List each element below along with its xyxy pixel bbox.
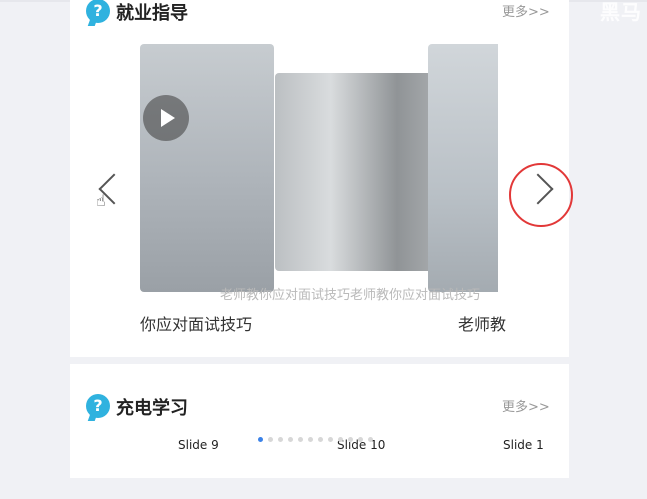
slide-image-left[interactable]: [140, 44, 274, 292]
pagination-dot[interactable]: [278, 437, 283, 442]
pagination-dot[interactable]: [258, 437, 263, 442]
slide-label[interactable]: Slide 1: [503, 438, 544, 452]
charging-study-card: ? 充电学习 更多>>: [70, 364, 569, 478]
slide-label[interactable]: Slide 9: [178, 438, 219, 452]
hand-pointer-icon: ☝: [96, 191, 106, 210]
more-link[interactable]: 更多>>: [502, 396, 550, 415]
pagination-dot[interactable]: [288, 437, 293, 442]
employment-guidance-card: ? 就业指导 更多>> 老师教你应对面试技巧老师教你应对面试技巧 你应对面试技巧…: [70, 0, 569, 357]
slide-caption: 老师教: [458, 315, 507, 334]
corner-brand-text: 黑马: [600, 0, 642, 24]
section-title: 就业指导: [116, 3, 188, 24]
section-title: 充电学习: [116, 398, 188, 419]
slide-image-right[interactable]: [428, 44, 498, 292]
slide-overlay-caption: 老师教你应对面试技巧老师教你应对面试技巧: [220, 288, 481, 303]
more-link[interactable]: 更多>>: [502, 1, 550, 20]
pagination-dot[interactable]: [308, 437, 313, 442]
pagination-dot[interactable]: [318, 437, 323, 442]
pagination-dot[interactable]: [358, 437, 363, 442]
pagination-dot[interactable]: [328, 437, 333, 442]
pagination-dot[interactable]: [338, 437, 343, 442]
pagination-dot[interactable]: [368, 437, 373, 442]
slide-caption: 你应对面试技巧: [140, 315, 253, 334]
pagination-dot[interactable]: [268, 437, 273, 442]
pagination-dot[interactable]: [348, 437, 353, 442]
pagination-dot[interactable]: [298, 437, 303, 442]
play-icon[interactable]: [143, 95, 189, 141]
question-icon: ?: [86, 0, 110, 23]
question-icon: ?: [86, 394, 110, 418]
next-button-highlight: [509, 163, 573, 227]
